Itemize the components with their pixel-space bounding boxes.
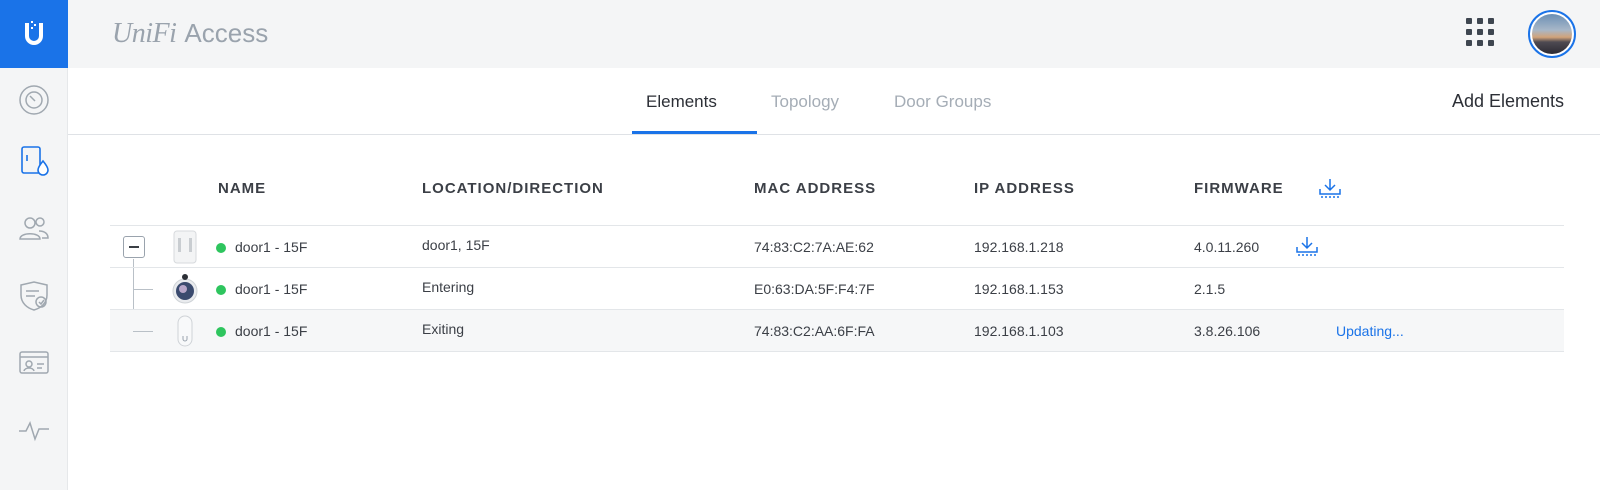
tab-bar: Elements Topology Door Groups Add Elemen… (68, 68, 1600, 135)
device-name[interactable]: door1 - 15F (235, 323, 307, 339)
active-tab-indicator (632, 131, 757, 134)
collapse-toggle-button[interactable] (123, 236, 145, 258)
sidebar-item-id-cards[interactable] (0, 334, 68, 390)
download-icon (1319, 179, 1341, 198)
status-online-indicator (216, 327, 226, 337)
location-cell: Entering (422, 279, 475, 295)
id-card-icon (19, 351, 49, 374)
app-name: Access (184, 18, 269, 48)
app-brand: UniFi Access (112, 18, 268, 50)
tree-branch (133, 289, 153, 290)
ip-cell: 192.168.1.218 (974, 239, 1064, 255)
update-firmware-button[interactable] (1295, 235, 1319, 260)
reader-device-icon (177, 315, 193, 347)
sidebar-item-doors[interactable] (0, 132, 68, 188)
column-header-firmware: FIRMWARE (1194, 180, 1284, 197)
device-name[interactable]: door1 - 15F (235, 239, 307, 255)
table-row[interactable]: door1 - 15F Entering E0:63:DA:5F:F4:7F 1… (110, 268, 1564, 310)
status-online-indicator (216, 285, 226, 295)
firmware-cell: 2.1.5 (1194, 281, 1226, 297)
door-icon (21, 146, 49, 176)
add-elements-button[interactable]: Add Elements (1452, 91, 1564, 112)
sidebar-item-policies[interactable] (0, 268, 68, 324)
camera-reader-icon (172, 274, 198, 304)
unifi-wordmark: UniFi (112, 18, 177, 49)
grid-apps-icon (1466, 18, 1472, 24)
tab-elements[interactable]: Elements (646, 92, 717, 112)
apps-grid-button[interactable] (1466, 18, 1498, 50)
column-header-mac: MAC ADDRESS (754, 180, 877, 197)
top-bar: UniFi Access (68, 0, 1600, 68)
avatar-image (1532, 14, 1572, 54)
shield-list-icon (20, 281, 48, 311)
location-cell: Exiting (422, 321, 465, 337)
mac-cell: E0:63:DA:5F:F4:7F (754, 281, 875, 297)
status-online-indicator (216, 243, 226, 253)
download-icon (1296, 237, 1318, 256)
mac-cell: 74:83:C2:7A:AE:62 (754, 239, 874, 255)
table-header: NAME LOCATION/DIRECTION MAC ADDRESS IP A… (110, 160, 1564, 226)
sidebar-item-users[interactable] (0, 200, 68, 256)
location-cell: door1, 15F (422, 237, 490, 253)
unifi-logo-icon (25, 21, 43, 45)
tab-topology[interactable]: Topology (771, 92, 839, 112)
tree-branch (133, 331, 153, 332)
pulse-icon (19, 421, 49, 442)
firmware-cell: 3.8.26.106 (1194, 323, 1261, 339)
ip-cell: 192.168.1.103 (974, 323, 1064, 339)
device-name[interactable]: door1 - 15F (235, 281, 307, 297)
minus-icon (129, 246, 139, 248)
users-icon (19, 217, 49, 240)
table-row[interactable]: door1 - 15F Exiting 74:83:C2:AA:6F:FA 19… (110, 310, 1564, 352)
elements-table: NAME LOCATION/DIRECTION MAC ADDRESS IP A… (110, 160, 1564, 352)
updating-status-link[interactable]: Updating... (1336, 323, 1404, 339)
ip-cell: 192.168.1.153 (974, 281, 1064, 297)
sidebar-item-activity[interactable] (0, 402, 68, 458)
sidebar-item-dashboard[interactable] (0, 72, 68, 128)
update-all-firmware-button[interactable] (1318, 177, 1342, 204)
column-header-location: LOCATION/DIRECTION (422, 180, 604, 197)
hub-device-icon (173, 230, 197, 264)
mac-cell: 74:83:C2:AA:6F:FA (754, 323, 875, 339)
sidebar (0, 0, 68, 490)
firmware-cell: 4.0.11.260 (1194, 239, 1260, 255)
tab-door-groups[interactable]: Door Groups (894, 92, 991, 112)
unifi-logo-button[interactable] (0, 0, 68, 68)
column-header-name: NAME (218, 180, 267, 197)
gauge-icon (19, 85, 49, 115)
column-header-ip: IP ADDRESS (974, 180, 1075, 197)
user-avatar[interactable] (1528, 10, 1576, 58)
table-row[interactable]: door1 - 15F door1, 15F 74:83:C2:7A:AE:62… (110, 226, 1564, 268)
